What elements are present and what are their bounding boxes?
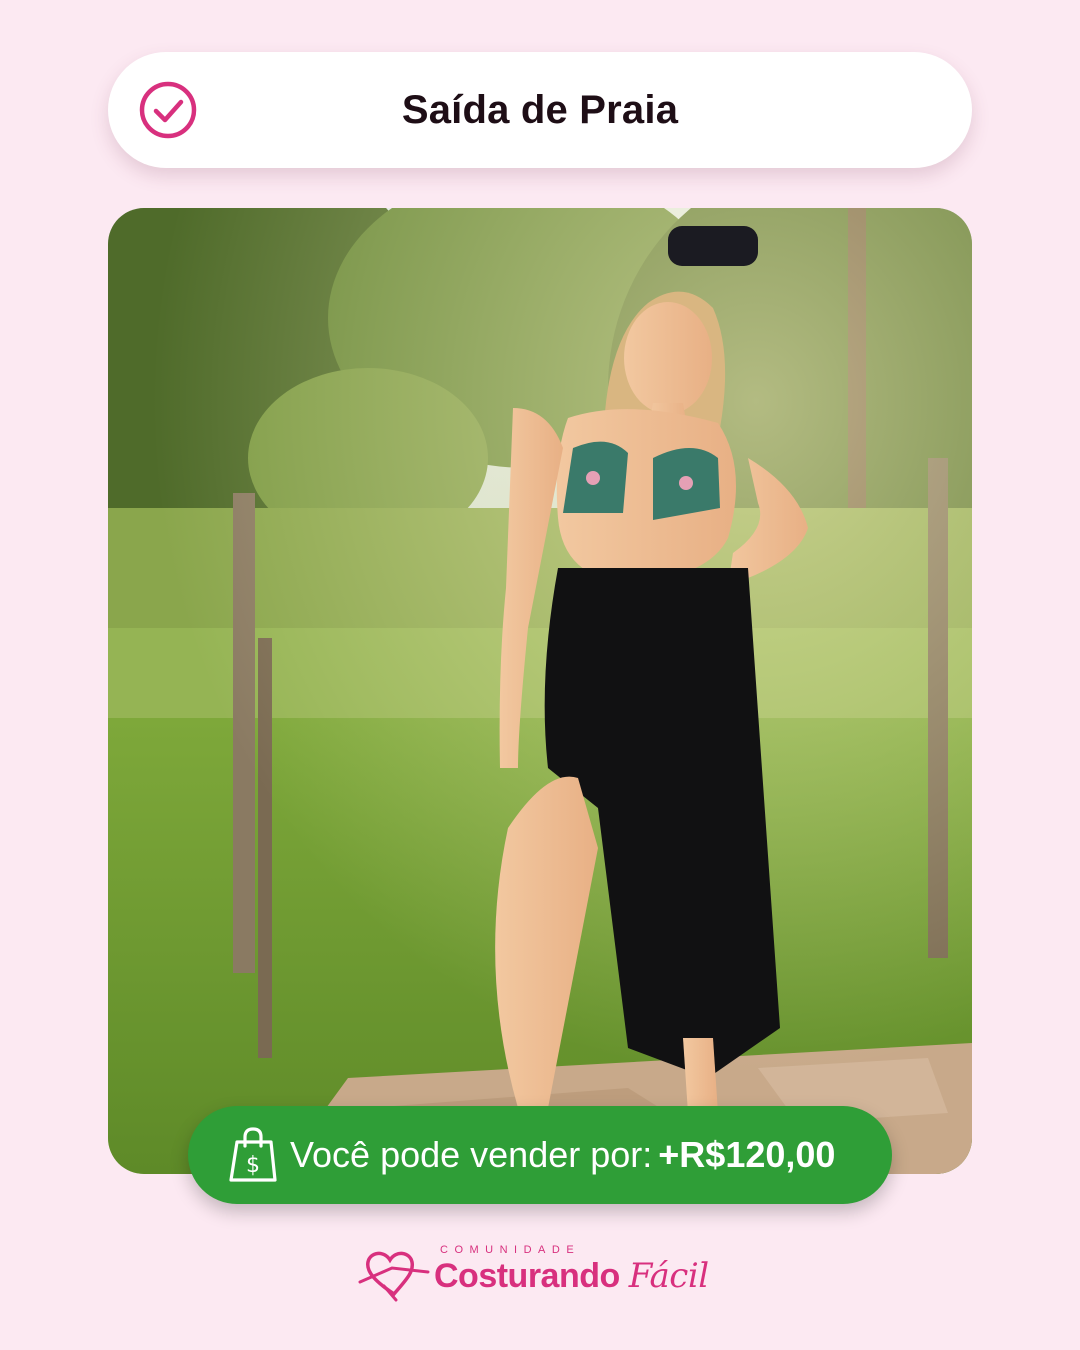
product-photo bbox=[108, 208, 972, 1174]
page-title: Saída de Praia bbox=[401, 87, 679, 132]
brand-tagline: COMUNIDADE bbox=[440, 1244, 581, 1256]
heart-needle-icon bbox=[358, 1251, 430, 1302]
price-banner: $ Você pode vender por: +R$120,00 bbox=[188, 1106, 892, 1204]
brand-name-bold: Costurando bbox=[434, 1257, 620, 1295]
brand-logo: COMUNIDADE Costurando Fácil bbox=[356, 1240, 716, 1304]
brand-name: Costurando Fácil bbox=[434, 1256, 709, 1296]
svg-text:$: $ bbox=[246, 1153, 260, 1178]
shopping-bag-dollar-icon: $ bbox=[229, 1127, 277, 1182]
price-value: +R$120,00 bbox=[658, 1134, 836, 1175]
title-card: Saída de Praia bbox=[108, 52, 972, 168]
price-label: Você pode vender por: bbox=[290, 1134, 653, 1175]
photo-illustration bbox=[108, 208, 972, 1174]
brand-name-script: Fácil bbox=[628, 1256, 709, 1296]
